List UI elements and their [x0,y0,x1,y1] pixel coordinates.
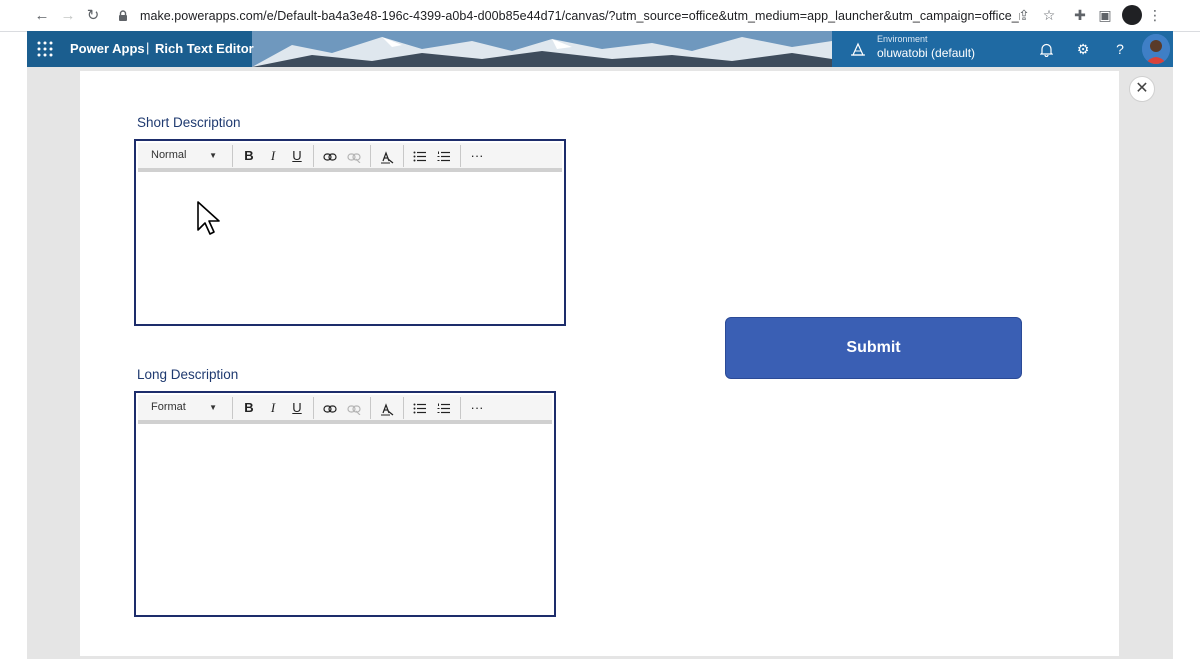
toolbar-divider [313,144,314,167]
more-options-icon[interactable]: ··· [465,141,489,170]
unlink-icon[interactable] [342,141,366,170]
format-dropdown[interactable]: Format ▼ [138,393,228,422]
numbered-list-icon[interactable] [432,393,456,422]
unlink-icon[interactable] [342,393,366,422]
product-name[interactable]: Power Apps [70,41,145,56]
clear-formatting-icon[interactable] [375,393,399,422]
environment-picker[interactable]: Environment oluwatobi (default) ⚙ ? [832,31,1173,67]
help-icon[interactable]: ? [1111,40,1129,58]
format-dropdown-value: Normal [151,149,187,161]
format-dropdown[interactable]: Normal ▼ [138,141,228,170]
chevron-down-icon: ▼ [209,403,217,412]
toolbar-divider [313,396,314,419]
bold-button[interactable]: B [237,141,261,170]
bookmark-star-icon[interactable]: ☆ [1040,5,1058,25]
avatar[interactable] [1142,34,1170,64]
italic-button[interactable]: I [261,393,285,422]
back-icon[interactable]: ← [32,6,52,26]
side-panel-icon[interactable]: ▣ [1096,5,1114,25]
title-separator: | [146,40,150,55]
app-launcher-icon[interactable] [37,41,53,57]
bulleted-list-icon[interactable] [408,141,432,170]
extensions-icon[interactable]: ✚ [1071,5,1089,25]
power-apps-header: Power Apps | Rich Text Editor Environmen… [27,31,1173,67]
toolbar-divider [460,144,461,167]
clear-formatting-icon[interactable] [375,141,399,170]
chevron-down-icon: ▼ [209,151,217,160]
browser-profile-icon[interactable] [1122,5,1142,25]
italic-button[interactable]: I [261,141,285,170]
underline-button[interactable]: U [285,141,309,170]
notifications-icon[interactable] [1037,40,1055,58]
environment-label: Environment [877,34,928,44]
short-description-label: Short Description [137,115,241,130]
toolbar-divider [460,396,461,419]
lock-icon [119,10,127,21]
underline-button[interactable]: U [285,393,309,422]
toolbar-divider [370,396,371,419]
link-icon[interactable] [318,393,342,422]
submit-button[interactable]: Submit [725,317,1022,379]
header-banner-image [252,31,832,67]
environment-icon [851,42,865,56]
bold-button[interactable]: B [237,393,261,422]
toolbar-divider [403,396,404,419]
app-name: Rich Text Editor [155,41,254,56]
long-description-label: Long Description [137,367,239,382]
url-text: make.powerapps.com/e/Default-ba4a3e48-19… [140,9,1020,23]
browser-toolbar: ← → ↻ make.powerapps.com/e/Default-ba4a3… [0,0,1200,32]
long-description-editor[interactable]: Format ▼ B I U ··· [134,391,556,617]
short-description-toolbar: Normal ▼ B I U ··· [138,143,562,172]
bulleted-list-icon[interactable] [408,393,432,422]
environment-name: oluwatobi (default) [877,46,976,60]
link-icon[interactable] [318,141,342,170]
toolbar-divider [232,396,233,419]
share-icon[interactable]: ⇪ [1015,5,1033,25]
forward-icon[interactable]: → [58,6,78,26]
address-bar[interactable]: make.powerapps.com/e/Default-ba4a3e48-19… [108,4,1068,28]
toolbar-divider [232,144,233,167]
toolbar-divider [370,144,371,167]
close-icon[interactable]: ✕ [1129,76,1155,102]
numbered-list-icon[interactable] [432,141,456,170]
long-description-toolbar: Format ▼ B I U ··· [138,395,552,424]
browser-menu-icon[interactable]: ⋮ [1146,5,1164,25]
format-dropdown-value: Format [151,401,186,413]
more-options-icon[interactable]: ··· [465,393,489,422]
settings-gear-icon[interactable]: ⚙ [1074,40,1092,58]
reload-icon[interactable]: ↻ [83,6,103,26]
toolbar-divider [403,144,404,167]
mouse-cursor-icon [197,201,220,235]
